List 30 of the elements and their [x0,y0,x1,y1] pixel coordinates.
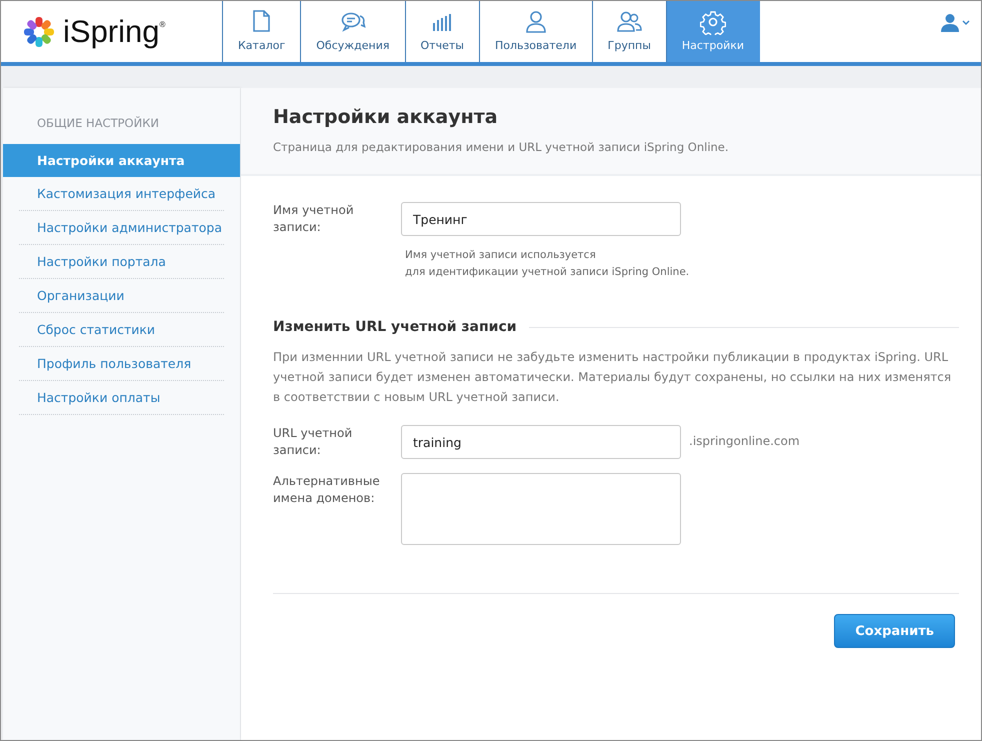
save-button[interactable]: Сохранить [834,614,955,648]
domain-suffix: .ispringonline.com [689,433,800,448]
nav-tab[interactable]: Обсуждения [301,1,406,62]
sidebar-heading: ОБЩИЕ НАСТРОЙКИ [36,115,160,132]
sidebar-item[interactable]: Настройки администратора [19,211,224,245]
sidebar-item[interactable]: Настройки оплаты [19,381,224,415]
gear-icon [700,9,726,35]
field-hint: Имя учетной записи используется для идентификации учетной записи iSpring Online. [404,248,690,280]
section-description: При изменнии URL учетной записи не забудьте изменить настройки публикации в продуктах iSpring. URL учетной записи будет изменен автоматически. Материалы будут сохранены, но ссылки на них изменятся в соответствии с новым URL учетной записи. [273,349,952,406]
nav-tab[interactable]: Каталог [223,1,302,62]
page-subtitle: Страница для редактирования имени и URL учетной записи iSpring Online. [273,140,730,154]
field-label: URL учетной записи: [273,425,354,459]
input-field[interactable]: training [401,425,681,459]
sidebar-item[interactable]: Кастомизация интерфейса [19,177,224,211]
sidebar-item[interactable]: Сброс статистики [19,313,224,347]
nav-tab[interactable]: Пользователи [480,1,593,62]
logo-text: iSpring$^{®}$ [63,14,166,50]
field-label: Имя учетной записи: [273,202,355,236]
field-label: Альтернативные имена доменов: [273,473,381,507]
users-icon [616,9,642,35]
page-title: Настройки аккаунта [273,106,499,128]
input-field[interactable]: Тренинг [401,202,681,236]
sidebar-item[interactable]: Организации [19,279,224,313]
sidebar-item[interactable]: Настройки аккаунта [3,144,240,177]
nav-tab[interactable]: Настройки [666,1,760,62]
nav-tab[interactable]: Отчеты [406,1,480,62]
sidebar-item[interactable]: Профиль пользователя [19,347,224,381]
sidebar-item[interactable]: Настройки портала [19,245,224,279]
user-dropdown-icon [941,12,971,32]
section-heading: Изменить URL учетной записи [273,319,517,335]
